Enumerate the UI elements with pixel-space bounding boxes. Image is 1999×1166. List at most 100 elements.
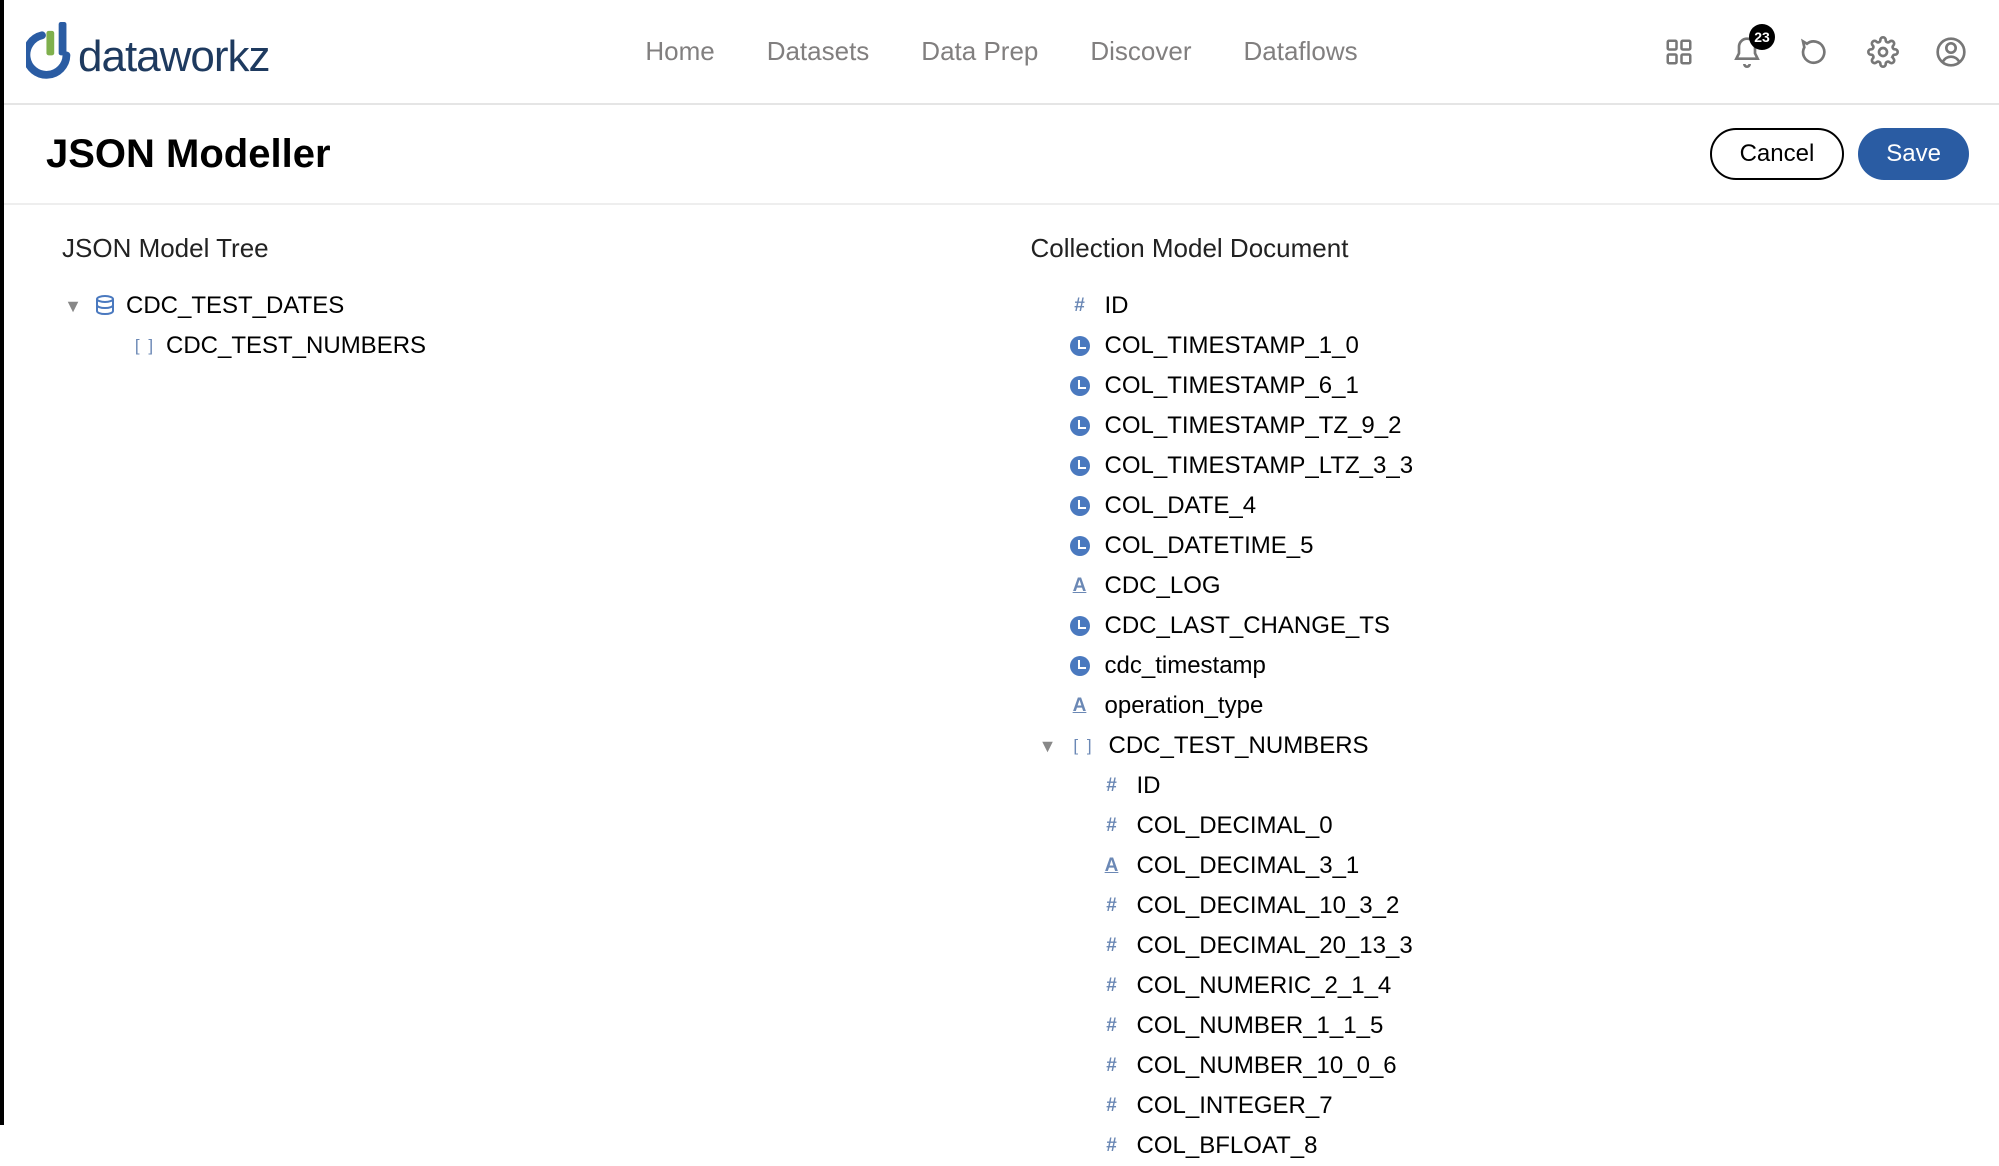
field-label: COL_DATETIME_5 <box>1105 532 1314 560</box>
field-row[interactable]: # COL_DECIMAL_20_13_3 <box>1031 926 1999 966</box>
field-row[interactable]: #COL_BFLOAT_8 <box>1031 1126 1999 1166</box>
field-label: CDC_LAST_CHANGE_TS <box>1105 612 1390 640</box>
field-row[interactable]: Aoperation_type <box>1031 686 1999 726</box>
nav-datasets[interactable]: Datasets <box>767 36 870 67</box>
field-label: COL_DECIMAL_3_1 <box>1137 852 1360 880</box>
chat-icon[interactable] <box>1797 34 1833 70</box>
number-type-icon: # <box>1099 933 1125 959</box>
page-actions: Cancel Save <box>1710 128 1969 180</box>
brand-logo[interactable]: dataworkz <box>26 22 270 82</box>
notifications-icon[interactable]: 23 <box>1729 34 1765 70</box>
document-panel-title: Collection Model Document <box>1031 233 1999 264</box>
field-label: CDC_TEST_NUMBERS <box>1109 732 1369 760</box>
field-row[interactable]: CDC_LAST_CHANGE_TS <box>1031 606 1999 646</box>
nav-dataflows[interactable]: Dataflows <box>1244 36 1358 67</box>
field-label: ID <box>1105 292 1129 320</box>
field-label: COL_TIMESTAMP_LTZ_3_3 <box>1105 452 1414 480</box>
profile-icon[interactable] <box>1933 34 1969 70</box>
notification-badge: 23 <box>1749 24 1775 50</box>
field-label: COL_DATE_4 <box>1105 492 1257 520</box>
field-row[interactable]: ▼ [ ] CDC_TEST_NUMBERS <box>1031 726 1999 766</box>
number-type-icon: # <box>1099 1013 1125 1039</box>
field-label: COL_TIMESTAMP_1_0 <box>1105 332 1359 360</box>
nav-discover[interactable]: Discover <box>1090 36 1191 67</box>
tree-container: ▼ CDC_TEST_DATES [ ] CDC_TEST_NUMBERS <box>62 286 1031 366</box>
tree-panel-title: JSON Model Tree <box>62 233 1031 264</box>
fields-container: # ID COL_TIMESTAMP_1_0 COL_TIMESTAMP_6_1 COL… <box>1031 286 1999 1166</box>
page-title: JSON Modeller <box>46 132 331 177</box>
field-row[interactable]: # COL_DECIMAL_10_3_2 <box>1031 886 1999 926</box>
field-row[interactable]: A CDC_LOG <box>1031 566 1999 606</box>
top-icons: 23 <box>1661 34 1969 70</box>
field-label: ID <box>1137 772 1161 800</box>
tree-panel: JSON Model Tree ▼ CDC_TEST_DATES [ ] CDC_TE… <box>4 233 1031 1166</box>
tree-node-label: CDC_TEST_NUMBERS <box>166 332 426 360</box>
text-type-icon: A <box>1067 693 1093 719</box>
number-type-icon: # <box>1099 813 1125 839</box>
apps-icon[interactable] <box>1661 34 1697 70</box>
field-label: COL_TIMESTAMP_TZ_9_2 <box>1105 412 1402 440</box>
page-header: JSON Modeller Cancel Save <box>4 105 1999 205</box>
number-type-icon: # <box>1067 293 1093 319</box>
timestamp-type-icon <box>1067 453 1093 479</box>
topbar: dataworkz Home Datasets Data Prep Discov… <box>4 0 1999 105</box>
field-label: CDC_LOG <box>1105 572 1221 600</box>
timestamp-type-icon <box>1067 533 1093 559</box>
chevron-down-icon[interactable]: ▼ <box>1037 736 1059 757</box>
timestamp-type-icon <box>1067 373 1093 399</box>
tree-node[interactable]: ▼ CDC_TEST_DATES <box>62 286 1031 326</box>
field-row[interactable]: # COL_DECIMAL_0 <box>1031 806 1999 846</box>
timestamp-type-icon <box>1067 333 1093 359</box>
body: JSON Model Tree ▼ CDC_TEST_DATES [ ] CDC_TE… <box>4 205 1999 1166</box>
field-label: COL_TIMESTAMP_6_1 <box>1105 372 1359 400</box>
number-type-icon: # <box>1099 973 1125 999</box>
main-nav: Home Datasets Data Prep Discover Dataflo… <box>645 36 1357 67</box>
array-type-icon: [ ] <box>132 333 158 359</box>
field-label: COL_DECIMAL_20_13_3 <box>1137 932 1413 960</box>
number-type-icon: # <box>1099 773 1125 799</box>
logo-mark <box>26 22 78 82</box>
field-row[interactable]: # ID <box>1031 286 1999 326</box>
brand-name: dataworkz <box>78 32 270 82</box>
field-label: cdc_timestamp <box>1105 652 1266 680</box>
text-type-icon: A <box>1067 573 1093 599</box>
array-type-icon: [ ] <box>1071 733 1097 759</box>
number-type-icon: # <box>1099 893 1125 919</box>
field-row[interactable]: COL_TIMESTAMP_LTZ_3_3 <box>1031 446 1999 486</box>
timestamp-type-icon <box>1067 613 1093 639</box>
timestamp-type-icon <box>1067 493 1093 519</box>
tree-node[interactable]: [ ] CDC_TEST_NUMBERS <box>62 326 1031 366</box>
number-type-icon: # <box>1099 1093 1125 1119</box>
field-label: COL_DECIMAL_0 <box>1137 812 1333 840</box>
field-label: COL_NUMBER_1_1_5 <box>1137 1012 1384 1040</box>
tree-node-label: CDC_TEST_DATES <box>126 292 344 320</box>
field-row[interactable]: # COL_INTEGER_7 <box>1031 1086 1999 1126</box>
field-row[interactable]: COL_DATE_4 <box>1031 486 1999 526</box>
save-button[interactable]: Save <box>1858 128 1969 180</box>
field-label: COL_INTEGER_7 <box>1137 1092 1333 1120</box>
number-type-icon: # <box>1099 1053 1125 1079</box>
field-row[interactable]: # COL_NUMERIC_2_1_4 <box>1031 966 1999 1006</box>
field-row[interactable]: COL_TIMESTAMP_6_1 <box>1031 366 1999 406</box>
field-row[interactable]: ACOL_DECIMAL_3_1 <box>1031 846 1999 886</box>
field-row[interactable]: cdc_timestamp <box>1031 646 1999 686</box>
field-row[interactable]: # COL_NUMBER_1_1_5 <box>1031 1006 1999 1046</box>
field-row[interactable]: # COL_NUMBER_10_0_6 <box>1031 1046 1999 1086</box>
database-type-icon <box>92 293 118 319</box>
field-label: COL_NUMERIC_2_1_4 <box>1137 972 1392 1000</box>
chevron-down-icon[interactable]: ▼ <box>62 296 84 317</box>
settings-icon[interactable] <box>1865 34 1901 70</box>
field-row[interactable]: COL_TIMESTAMP_TZ_9_2 <box>1031 406 1999 446</box>
nav-home[interactable]: Home <box>645 36 714 67</box>
timestamp-type-icon <box>1067 413 1093 439</box>
nav-dataprep[interactable]: Data Prep <box>921 36 1038 67</box>
field-label: COL_BFLOAT_8 <box>1137 1132 1318 1160</box>
field-row[interactable]: COL_DATETIME_5 <box>1031 526 1999 566</box>
field-row[interactable]: COL_TIMESTAMP_1_0 <box>1031 326 1999 366</box>
field-label: operation_type <box>1105 692 1264 720</box>
field-row[interactable]: # ID <box>1031 766 1999 806</box>
field-label: COL_DECIMAL_10_3_2 <box>1137 892 1400 920</box>
timestamp-type-icon <box>1067 653 1093 679</box>
cancel-button[interactable]: Cancel <box>1710 128 1845 180</box>
field-label: COL_NUMBER_10_0_6 <box>1137 1052 1397 1080</box>
